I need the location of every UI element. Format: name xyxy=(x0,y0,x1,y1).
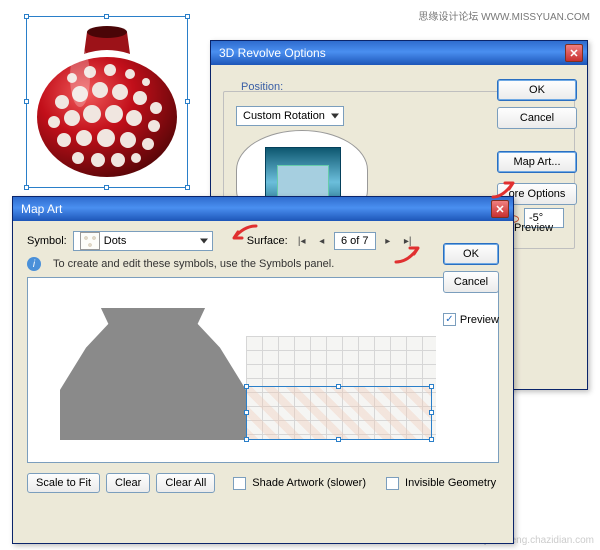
first-surface-icon[interactable]: |◂ xyxy=(294,233,310,249)
preview-label: Preview xyxy=(460,314,499,326)
position-value: Custom Rotation xyxy=(243,110,325,122)
position-select[interactable]: Custom Rotation xyxy=(236,106,344,126)
next-surface-icon[interactable]: ▸ xyxy=(380,233,396,249)
prev-surface-icon[interactable]: ◂ xyxy=(314,233,330,249)
preview-label: Preview xyxy=(514,222,553,234)
clear-all-button[interactable]: Clear All xyxy=(156,473,215,493)
cancel-button[interactable]: Cancel xyxy=(443,271,499,293)
cancel-button[interactable]: Cancel xyxy=(497,107,577,129)
symbol-select[interactable]: Dots xyxy=(73,231,213,251)
watermark-top: 思缘设计论坛 WWW.MISSYUAN.COM xyxy=(418,8,590,23)
surface-index: 6 of 7 xyxy=(334,232,376,250)
handle-icon[interactable] xyxy=(185,14,190,19)
symbol-value: Dots xyxy=(104,235,127,247)
dialog-buttons: OK Cancel ✓ Preview xyxy=(443,243,499,326)
dialog-title: 3D Revolve Options xyxy=(219,46,326,60)
handle-icon[interactable] xyxy=(24,185,29,190)
close-icon[interactable]: ✕ xyxy=(491,200,509,218)
map-preview-area[interactable] xyxy=(27,277,499,463)
handle-icon[interactable] xyxy=(104,14,109,19)
handle-icon[interactable] xyxy=(24,99,29,104)
last-surface-icon[interactable]: ▸| xyxy=(400,233,416,249)
surface-label: Surface: xyxy=(247,235,288,247)
dialog-map-art: Map Art ✕ Symbol: Dots Surface: |◂ ◂ 6 o… xyxy=(12,196,514,544)
handle-icon[interactable] xyxy=(104,185,109,190)
clear-button[interactable]: Clear xyxy=(106,473,150,493)
shade-checkbox[interactable] xyxy=(233,477,246,490)
invisible-geometry-checkbox[interactable] xyxy=(386,477,399,490)
close-icon[interactable]: ✕ xyxy=(565,44,583,62)
shade-label: Shade Artwork (slower) xyxy=(252,477,366,489)
ok-button[interactable]: OK xyxy=(497,79,577,101)
dialog-title: Map Art xyxy=(21,202,62,216)
handle-icon[interactable] xyxy=(185,99,190,104)
symbol-label: Symbol: xyxy=(27,235,67,247)
dots-swatch-icon xyxy=(80,232,100,250)
scale-to-fit-button[interactable]: Scale to Fit xyxy=(27,473,100,493)
artboard-selection[interactable] xyxy=(26,16,188,188)
info-icon: i xyxy=(27,257,41,271)
handle-icon[interactable] xyxy=(185,185,190,190)
mapped-symbol-selection[interactable] xyxy=(246,386,432,440)
titlebar[interactable]: 3D Revolve Options ✕ xyxy=(211,41,587,65)
hint-text: To create and edit these symbols, use th… xyxy=(53,258,334,270)
surface-navigator: |◂ ◂ 6 of 7 ▸ ▸| xyxy=(294,232,416,250)
ok-button[interactable]: OK xyxy=(443,243,499,265)
map-art-button[interactable]: Map Art... xyxy=(497,151,577,173)
handle-icon[interactable] xyxy=(24,14,29,19)
invisible-geometry-label: Invisible Geometry xyxy=(405,477,496,489)
hidden-surface-shape xyxy=(60,308,246,440)
vase-artwork xyxy=(32,22,182,182)
titlebar[interactable]: Map Art ✕ xyxy=(13,197,513,221)
preview-checkbox[interactable]: ✓ xyxy=(443,313,456,326)
